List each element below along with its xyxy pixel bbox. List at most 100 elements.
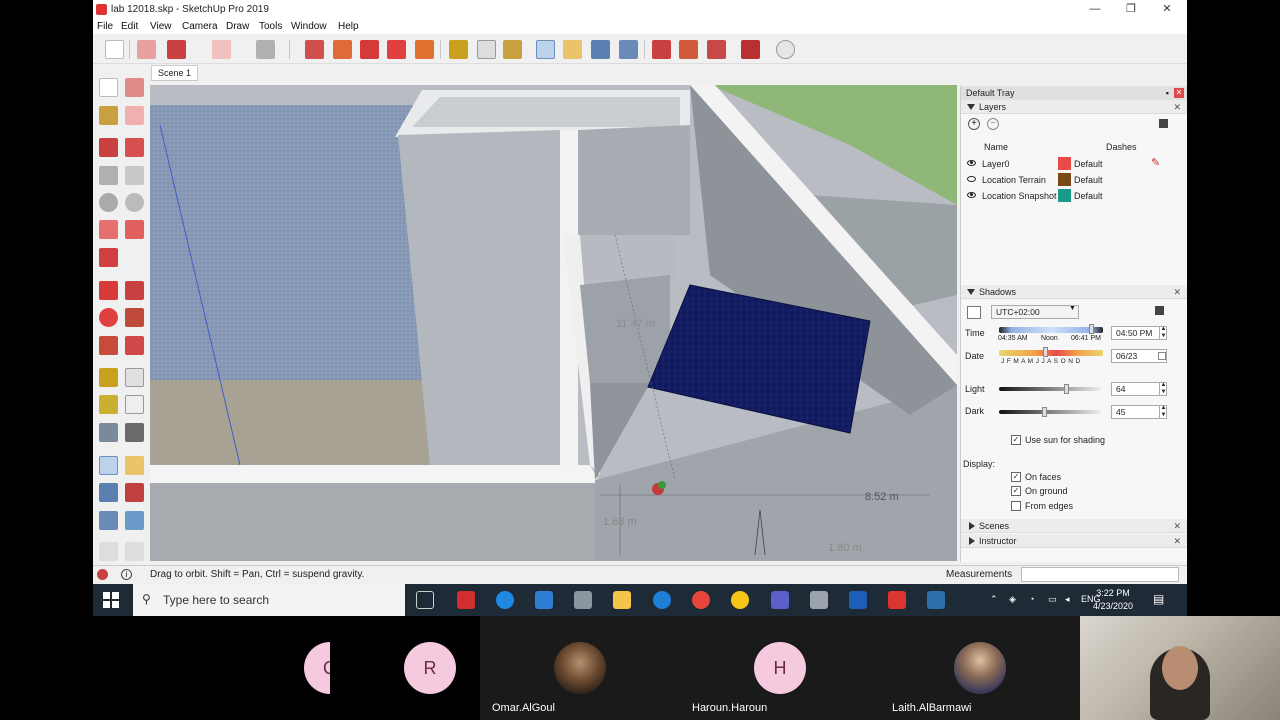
shadow-toggle-icon[interactable] — [967, 306, 981, 319]
arc-icon[interactable] — [99, 220, 118, 239]
scenes-close-icon[interactable]: ✕ — [1173, 519, 1181, 533]
shadow-details-icon[interactable] — [1155, 306, 1164, 315]
wifi-icon[interactable]: ◔ — [1029, 594, 1034, 604]
info-icon[interactable]: i — [121, 569, 132, 580]
tray-close-button[interactable]: ✕ — [1174, 88, 1184, 98]
close-button[interactable]: ✕ — [1149, 0, 1185, 19]
look-around-icon[interactable] — [125, 542, 144, 561]
follow-me-icon[interactable] — [333, 40, 352, 59]
volume-icon[interactable]: ◂ — [1065, 594, 1070, 605]
eraser-icon[interactable] — [125, 106, 144, 125]
menu-view[interactable]: View — [150, 21, 172, 32]
zoom-extents-icon[interactable] — [619, 40, 638, 59]
eye-icon[interactable] — [967, 160, 976, 166]
measurements-input[interactable] — [1021, 567, 1179, 582]
word-icon[interactable] — [849, 591, 867, 609]
offset-icon[interactable] — [125, 336, 144, 355]
mail-icon[interactable] — [535, 591, 553, 609]
extension-warehouse-icon[interactable] — [741, 40, 760, 59]
self-video-tile[interactable] — [1080, 616, 1280, 720]
time-spinner[interactable]: ▲ ▼ — [1159, 326, 1167, 340]
two-point-arc-icon[interactable] — [125, 220, 144, 239]
follow-me-tool-icon[interactable] — [125, 308, 144, 327]
layer-dashes[interactable]: Default — [1074, 191, 1103, 201]
chevron-up-icon[interactable]: ⌃ — [990, 594, 998, 605]
date-slider-thumb[interactable] — [1043, 347, 1048, 357]
eye-icon[interactable] — [967, 176, 976, 182]
pan-tool-icon[interactable] — [563, 40, 582, 59]
on-faces-checkbox[interactable]: ✓ — [1011, 472, 1021, 482]
dark-slider[interactable] — [999, 410, 1101, 414]
restore-button[interactable]: ❐ — [1113, 0, 1149, 19]
move-tool-icon[interactable] — [360, 40, 379, 59]
text-tool-icon[interactable] — [477, 40, 496, 59]
rectangle-tool-icon[interactable] — [256, 40, 275, 59]
layer-name[interactable]: Layer0 — [982, 159, 1010, 169]
warehouse-icon[interactable] — [652, 40, 671, 59]
share-model-icon[interactable] — [707, 40, 726, 59]
protractor-icon[interactable] — [99, 395, 118, 414]
layer-name[interactable]: Location Terrain — [982, 175, 1046, 185]
task-view-icon[interactable] — [416, 591, 434, 609]
rotate-tool-icon[interactable] — [387, 40, 406, 59]
sticky-notes-icon[interactable] — [731, 591, 749, 609]
dimension-icon[interactable] — [125, 368, 144, 387]
teams-icon[interactable] — [771, 591, 789, 609]
layer-color-swatch[interactable] — [1058, 189, 1071, 202]
model-viewport[interactable]: 11.47 m 8.52 m 1.63 m 1.80 m — [150, 85, 957, 561]
instructor-close-icon[interactable]: ✕ — [1173, 534, 1181, 548]
geo-location-icon[interactable] — [97, 569, 108, 580]
circle-icon[interactable] — [99, 193, 118, 212]
rectangle-icon[interactable] — [99, 166, 118, 185]
text-icon[interactable] — [125, 395, 144, 414]
chrome-icon[interactable] — [692, 591, 710, 609]
layer-details-icon[interactable] — [1159, 119, 1168, 128]
taskbar-search-box[interactable]: ⚲ Type here to search — [133, 584, 405, 616]
pie-icon[interactable] — [99, 248, 118, 267]
dark-spinner[interactable]: ▲ ▼ — [1159, 405, 1167, 419]
ie-browser-icon[interactable] — [496, 591, 514, 609]
photos-icon[interactable] — [927, 591, 945, 609]
component-icon[interactable] — [125, 78, 144, 97]
pencil-tool-icon[interactable] — [167, 40, 186, 59]
edge-browser-icon[interactable] — [653, 591, 671, 609]
taskbar-clock[interactable]: 3:22 PM 4/23/2020 — [1093, 587, 1133, 613]
calculator-icon[interactable] — [574, 591, 592, 609]
select-icon[interactable] — [99, 78, 118, 97]
orbit-tool-icon[interactable] — [536, 40, 555, 59]
calendar-icon[interactable] — [1158, 352, 1166, 360]
layers-panel-header[interactable]: Layers ✕ — [961, 100, 1187, 114]
pan-icon[interactable] — [125, 456, 144, 475]
paint-icon[interactable] — [99, 106, 118, 125]
tab-scene-1[interactable]: Scene 1 — [151, 65, 199, 81]
shadows-panel-header[interactable]: Shadows ✕ — [961, 285, 1187, 299]
light-slider[interactable] — [999, 387, 1101, 391]
menu-help[interactable]: Help — [338, 21, 359, 32]
layer-name[interactable]: Location Snapshot — [982, 191, 1057, 201]
column-dashes[interactable]: Dashes — [1106, 142, 1137, 152]
network-icon[interactable]: ◈ — [1009, 594, 1016, 605]
instructor-panel-header[interactable]: Instructor ✕ — [961, 534, 1187, 548]
chevron-down-icon[interactable]: ▼ — [1069, 305, 1076, 312]
scenes-panel-header[interactable]: Scenes ✕ — [961, 519, 1187, 533]
tape-icon[interactable] — [99, 368, 118, 387]
layer-dashes[interactable]: Default — [1074, 175, 1103, 185]
menu-draw[interactable]: Draw — [226, 21, 249, 32]
time-slider-thumb[interactable] — [1089, 324, 1094, 334]
notification-icon[interactable]: ▤ — [1153, 592, 1164, 606]
axes-icon[interactable] — [99, 423, 118, 442]
menu-file[interactable]: File — [97, 21, 113, 32]
layer-color-swatch[interactable] — [1058, 173, 1071, 186]
paint-bucket-icon[interactable] — [503, 40, 522, 59]
from-edges-checkbox[interactable] — [1011, 501, 1021, 511]
zoom-extents-tool-icon[interactable] — [99, 511, 118, 530]
shadows-close-icon[interactable]: ✕ — [1173, 285, 1181, 299]
minimize-button[interactable]: — — [1077, 0, 1113, 19]
zoom-icon[interactable] — [99, 483, 118, 502]
3d-text-icon[interactable] — [125, 423, 144, 442]
timezone-select[interactable]: UTC+02:00 — [991, 305, 1079, 319]
time-slider[interactable] — [999, 327, 1103, 333]
column-name[interactable]: Name — [984, 142, 1008, 152]
move-icon[interactable] — [99, 281, 118, 300]
layer-dashes[interactable]: Default — [1074, 159, 1103, 169]
